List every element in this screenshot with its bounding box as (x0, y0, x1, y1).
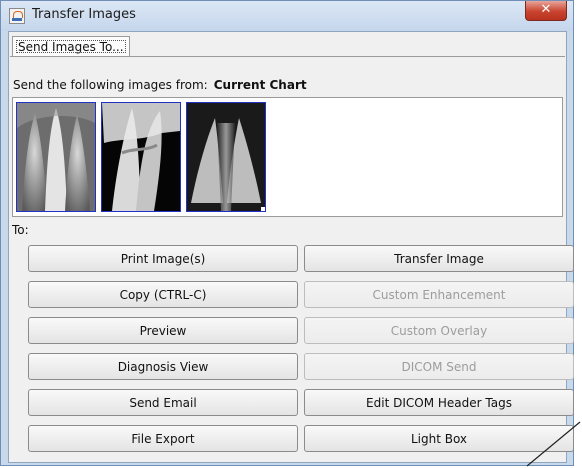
annotation-line (526, 421, 581, 467)
